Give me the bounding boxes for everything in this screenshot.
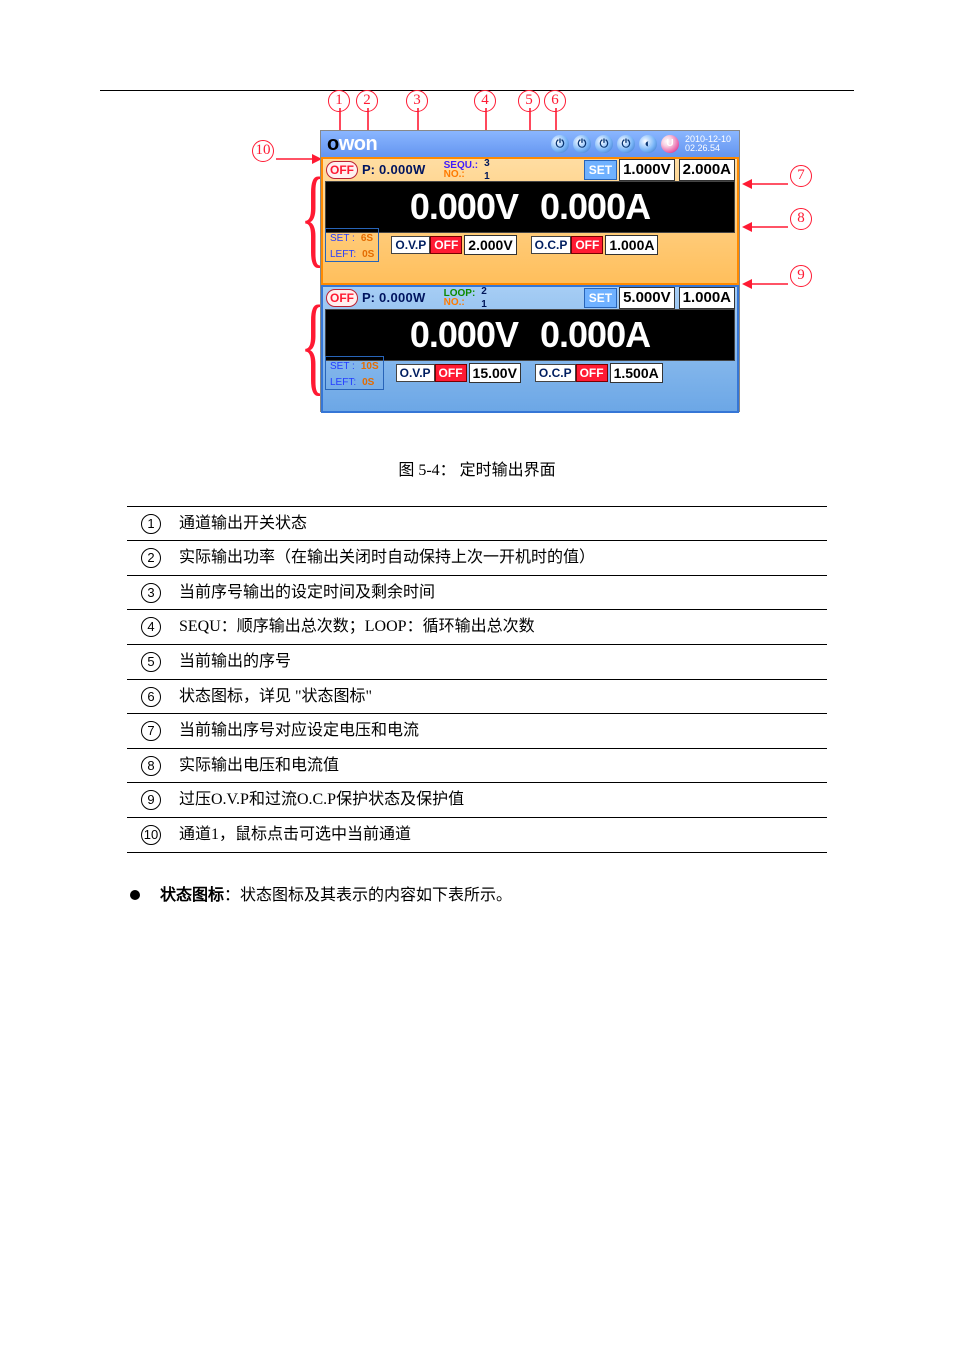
set-current: 1.000A bbox=[679, 287, 735, 309]
legend-row: 9 过压O.V.P和过流O.C.P保护状态及保护值 bbox=[127, 783, 827, 818]
legend-number: 9 bbox=[141, 790, 161, 810]
status-icon: ⏻ bbox=[551, 135, 569, 153]
status-icon: ◐ bbox=[639, 135, 657, 153]
callout-9: 9 bbox=[790, 265, 812, 287]
legend-text: 当前输出的序号 bbox=[175, 644, 827, 679]
power-label: P: bbox=[362, 289, 375, 307]
ocp-value: 1.000A bbox=[605, 235, 658, 256]
status-icon: ⏻ bbox=[617, 135, 635, 153]
device-screen: oowonwon ⏻ ⏻ ⏻ ⏻ ◐ U 2010-12-1002.26.54 … bbox=[320, 130, 740, 412]
arrow bbox=[742, 171, 788, 193]
status-icon-bullet: 状态图标：状态图标及其表示的内容如下表所示。 bbox=[130, 885, 814, 907]
legend-text: 实际输出电压和电流值 bbox=[175, 748, 827, 783]
callout-7: 7 bbox=[790, 165, 812, 187]
legend-row: 8 实际输出电压和电流值 bbox=[127, 748, 827, 783]
ch2-set-row: OFF P: 0.000W LOOP: NO.: 2 1 SET 5.000V … bbox=[323, 287, 737, 309]
ch2-timer-row: SET :10S LEFT:0S O.V.P OFF 15.00V O.C.P … bbox=[323, 361, 737, 385]
mode-val: 3 bbox=[484, 157, 490, 171]
legend-text: 当前输出序号对应设定电压和电流 bbox=[175, 714, 827, 749]
bullet-title: 状态图标 bbox=[160, 887, 224, 904]
legend-number: 5 bbox=[141, 652, 161, 672]
bullet-text: ：状态图标及其表示的内容如下表所示。 bbox=[224, 887, 512, 904]
callout-10: 10 bbox=[252, 140, 274, 162]
channel-2[interactable]: OFF P: 0.000W LOOP: NO.: 2 1 SET 5.000V … bbox=[321, 285, 739, 413]
ocp-label: O.C.P bbox=[531, 236, 572, 254]
legend-text: 状态图标，详见 "状态图标" bbox=[175, 679, 827, 714]
legend-row: 7 当前输出序号对应设定电压和电流 bbox=[127, 714, 827, 749]
caption-text: 定时输出界面 bbox=[460, 462, 556, 479]
set-label: SET bbox=[584, 288, 617, 308]
no-val: 1 bbox=[481, 298, 487, 312]
diagram-area: 1 2 3 4 5 6 10 7 8 9 { { oowonwon ⏻ bbox=[0, 80, 954, 440]
arrow bbox=[742, 214, 788, 236]
ovp-value: 15.00V bbox=[469, 363, 521, 384]
power-value: 0.000W bbox=[379, 289, 426, 307]
ovp-state: OFF bbox=[430, 236, 462, 254]
output-off-badge: OFF bbox=[326, 289, 358, 307]
legend-number: 1 bbox=[141, 514, 161, 534]
legend-text: 通道输出开关状态 bbox=[175, 506, 827, 541]
legend-row: 3 当前序号输出的设定时间及剩余时间 bbox=[127, 575, 827, 610]
legend-text: 通道1，鼠标点击可选中当前通道 bbox=[175, 817, 827, 852]
legend-number: 6 bbox=[141, 687, 161, 707]
owon-logo: oowonwon bbox=[327, 131, 377, 158]
ovp-state: OFF bbox=[435, 364, 467, 382]
no-val: 1 bbox=[484, 170, 490, 184]
arrow bbox=[742, 271, 788, 293]
legend-number: 7 bbox=[141, 721, 161, 741]
power-label: P: bbox=[362, 161, 375, 179]
caption-prefix: 图 5-4： bbox=[398, 462, 455, 479]
ch1-timer-row: SET :6S LEFT:0S O.V.P OFF 2.000V O.C.P O… bbox=[323, 233, 737, 257]
channel-1[interactable]: OFF P: 0.000W SEQU.: NO.: 3 1 SET 1.000V… bbox=[321, 157, 739, 285]
status-icon: ⏻ bbox=[595, 135, 613, 153]
read-current: 0.000A bbox=[540, 183, 650, 232]
ocp-label: O.C.P bbox=[535, 364, 576, 382]
legend-row: 2 实际输出功率（在输出关闭时自动保持上次一开机时的值） bbox=[127, 541, 827, 576]
ocp-state: OFF bbox=[576, 364, 608, 382]
legend-number: 2 bbox=[141, 548, 161, 568]
set-voltage: 1.000V bbox=[619, 159, 675, 181]
ovp-value: 2.000V bbox=[464, 235, 516, 256]
legend-number: 8 bbox=[141, 756, 161, 776]
legend-row: 10 通道1，鼠标点击可选中当前通道 bbox=[127, 817, 827, 852]
power-value: 0.000W bbox=[379, 161, 426, 179]
legend-number: 10 bbox=[141, 825, 161, 845]
datetime: 2010-12-1002.26.54 bbox=[683, 135, 735, 154]
legend-row: 5 当前输出的序号 bbox=[127, 644, 827, 679]
no-label: NO.: bbox=[444, 298, 476, 307]
legend-row: 1 通道输出开关状态 bbox=[127, 506, 827, 541]
figure-caption: 图 5-4： 定时输出界面 bbox=[0, 460, 954, 482]
timer-box: SET :10S LEFT:0S bbox=[325, 356, 384, 390]
callout-8: 8 bbox=[790, 208, 812, 230]
set-voltage: 5.000V bbox=[619, 287, 675, 309]
output-off-badge: OFF bbox=[326, 161, 358, 179]
set-current: 2.000A bbox=[679, 159, 735, 181]
legend-text: 实际输出功率（在输出关闭时自动保持上次一开机时的值） bbox=[175, 541, 827, 576]
ch1-set-row: OFF P: 0.000W SEQU.: NO.: 3 1 SET 1.000V… bbox=[323, 159, 737, 181]
legend-row: 6 状态图标，详见 "状态图标" bbox=[127, 679, 827, 714]
legend-row: 4 SEQU：顺序输出总次数；LOOP：循环输出总次数 bbox=[127, 610, 827, 645]
no-label: NO.: bbox=[444, 170, 478, 179]
read-voltage: 0.000V bbox=[410, 311, 518, 360]
read-current: 0.000A bbox=[540, 311, 650, 360]
read-voltage: 0.000V bbox=[410, 183, 518, 232]
ocp-state: OFF bbox=[571, 236, 603, 254]
ovp-label: O.V.P bbox=[391, 236, 430, 254]
legend-text: 当前序号输出的设定时间及剩余时间 bbox=[175, 575, 827, 610]
loop-val: 2 bbox=[481, 285, 487, 299]
ch2-reading: 0.000V 0.000A bbox=[325, 309, 735, 361]
ovp-label: O.V.P bbox=[396, 364, 435, 382]
title-bar: oowonwon ⏻ ⏻ ⏻ ⏻ ◐ U 2010-12-1002.26.54 bbox=[321, 131, 739, 157]
legend-table: 1 通道输出开关状态 2 实际输出功率（在输出关闭时自动保持上次一开机时的值） 3 当前序… bbox=[127, 506, 827, 853]
legend-text: 过压O.V.P和过流O.C.P保护状态及保护值 bbox=[175, 783, 827, 818]
legend-number: 4 bbox=[141, 617, 161, 637]
timer-box: SET :6S LEFT:0S bbox=[325, 228, 379, 262]
legend-text: SEQU：顺序输出总次数；LOOP：循环输出总次数 bbox=[175, 610, 827, 645]
set-label: SET bbox=[584, 160, 617, 180]
ch1-reading: 0.000V 0.000A bbox=[325, 181, 735, 233]
ocp-value: 1.500A bbox=[610, 363, 663, 384]
usb-icon: U bbox=[661, 135, 679, 153]
status-icon: ⏻ bbox=[573, 135, 591, 153]
legend-number: 3 bbox=[141, 583, 161, 603]
